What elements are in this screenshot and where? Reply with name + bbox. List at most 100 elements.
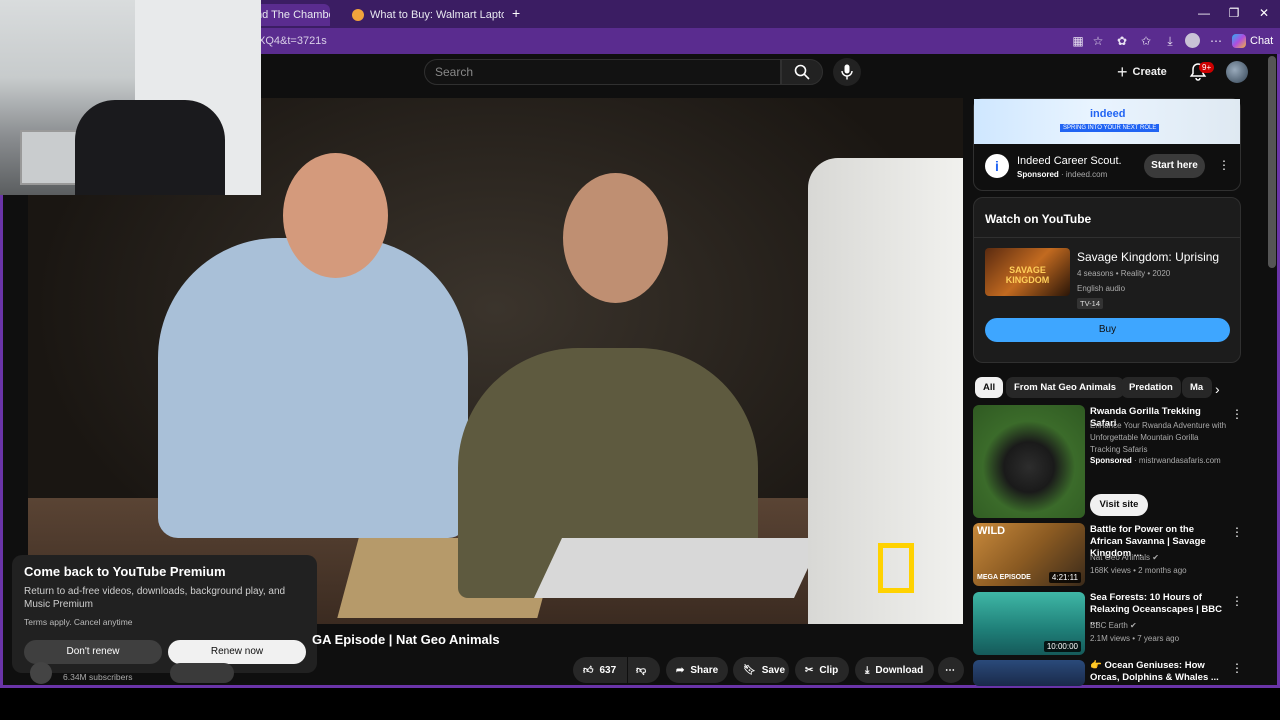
dislike-button[interactable]: 👎︎ (628, 657, 660, 683)
webcam-overlay (0, 0, 261, 195)
watch-thumbnail-text: SAVAGE KINGDOM (1005, 265, 1050, 285)
related-channel: BBC Earth ✔ (1090, 621, 1137, 630)
watch-title[interactable]: Savage Kingdom: Uprising (1077, 250, 1219, 264)
more-icon[interactable]: ⋯ (1208, 33, 1224, 49)
scrollbar-thumb[interactable] (1268, 56, 1276, 268)
voice-search-button[interactable] (833, 58, 861, 86)
verified-icon: ✔ (1130, 621, 1137, 630)
watch-heading: Watch on YouTube (985, 212, 1092, 226)
minimize-button[interactable]: — (1196, 6, 1212, 20)
ad-banner-image[interactable] (974, 99, 1240, 144)
related-meta: 168K views • 2 months ago (1090, 566, 1187, 575)
related-title[interactable]: 👉 Ocean Geniuses: How Orcas, Dolphins & … (1090, 660, 1228, 684)
chip-from-nat-geo[interactable]: From Nat Geo Animals (1006, 377, 1125, 398)
duration-badge: 4:21:11 (1048, 572, 1081, 583)
channel-avatar[interactable] (30, 662, 52, 684)
chip-predation[interactable]: Predation (1121, 377, 1181, 398)
url-field[interactable]: XQ4&t=3721s (258, 32, 1058, 50)
duration-badge: 10:00:00 (1043, 641, 1081, 652)
favorites-icon[interactable]: ✩ (1138, 33, 1154, 49)
more-vertical-icon[interactable]: ⋮ (1231, 407, 1243, 421)
video-title: GA Episode | Nat Geo Animals (312, 632, 500, 647)
related-thumbnail[interactable]: WILD MEGA EPISODE 4:21:11 (973, 523, 1085, 586)
plus-icon: + (1117, 61, 1128, 82)
tab-label: nd The Chamber Of (256, 9, 330, 21)
download-button[interactable]: ⤓ Download (855, 657, 934, 683)
close-window-button[interactable]: ✕ (1256, 6, 1272, 20)
visit-site-button[interactable]: Visit site (1090, 494, 1148, 516)
related-thumbnail[interactable] (973, 660, 1085, 686)
search-icon (794, 64, 810, 80)
watch-meta: 4 seasons • Reality • 2020 (1077, 269, 1171, 278)
favicon-icon (352, 9, 364, 21)
chevron-right-icon[interactable]: › (1215, 381, 1220, 397)
account-avatar[interactable] (1226, 61, 1248, 83)
subscribe-button[interactable] (170, 663, 234, 683)
ad-domain: · indeed.com (1058, 170, 1108, 179)
ad-title: Indeed Career Scout. (1017, 155, 1122, 167)
buy-button[interactable]: Buy (985, 318, 1230, 342)
search-button[interactable] (781, 59, 823, 85)
chip-all[interactable]: All (975, 377, 1004, 398)
related-thumbnail[interactable]: 10:00:00 (973, 592, 1085, 655)
star-icon[interactable]: ☆ (1090, 33, 1106, 49)
download-icon: ⤓ (865, 664, 870, 676)
tab-label: What to Buy: Walmart Laptops for (370, 9, 504, 21)
premium-terms: Terms apply. Cancel anytime (24, 617, 133, 627)
create-button[interactable]: + Create (1117, 60, 1167, 84)
related-description: Enhance Your Rwanda Adventure with Unfor… (1090, 421, 1227, 454)
watch-audio: English audio (1077, 284, 1126, 293)
related-domain: · mistrwandasafaris.com (1131, 456, 1221, 465)
wild-badge: WILD (977, 525, 1006, 537)
share-icon: ➦ (676, 664, 685, 676)
renew-now-button[interactable]: Renew now (168, 640, 306, 664)
share-button[interactable]: ➦ Share (666, 657, 728, 683)
create-label: Create (1132, 66, 1167, 78)
chat-label: Chat (1250, 35, 1274, 47)
sponsored-label: Sponsored (1017, 170, 1059, 179)
ad-sponsor-line: Sponsored · indeed.com (1017, 170, 1107, 179)
video-person-left (158, 238, 468, 538)
premium-title: Come back to YouTube Premium (24, 564, 226, 579)
download-icon[interactable]: ⤓ (1162, 33, 1178, 49)
search-input[interactable]: Search (424, 59, 781, 85)
chip-partial[interactable]: Ma (1182, 377, 1212, 398)
ad-start-here-button[interactable]: Start here (1144, 154, 1205, 178)
natgeo-logo-icon (878, 543, 914, 593)
related-thumbnail[interactable] (973, 405, 1085, 518)
like-button[interactable]: 👍︎ 637 (573, 657, 627, 683)
tab-chamber[interactable]: nd The Chamber Of ✕ (250, 4, 330, 26)
more-vertical-icon[interactable]: ⋮ (1231, 661, 1243, 675)
channel-name: BBC Earth (1090, 621, 1128, 630)
more-horizontal-icon: ⋯ (945, 664, 955, 676)
indeed-logo-icon: i (985, 154, 1009, 178)
video-keyboard (534, 538, 822, 598)
premium-description: Return to ad-free videos, downloads, bac… (24, 586, 286, 610)
grid-icon[interactable]: ▦ (1070, 33, 1086, 49)
dont-renew-button[interactable]: Don't renew (24, 640, 162, 664)
webcam-chair (75, 100, 225, 195)
clip-button[interactable]: ✂ Clip (795, 657, 849, 683)
tab-walmart[interactable]: What to Buy: Walmart Laptops for ✕ (346, 4, 504, 26)
save-button[interactable]: 🔖︎ Save (733, 657, 789, 683)
copilot-icon (1232, 34, 1246, 48)
channel-name: Nat Geo Animals (1090, 553, 1151, 562)
restore-button[interactable]: ❐ (1226, 6, 1242, 20)
ad-tagline: SPRING INTO YOUR NEXT ROLE (1060, 124, 1160, 132)
subscriber-count: 6.34M subscribers (63, 672, 133, 682)
more-vertical-icon[interactable]: ⋮ (1231, 594, 1243, 608)
verified-icon: ✔ (1152, 553, 1159, 562)
extension-icon[interactable]: ✿ (1114, 33, 1130, 49)
divider (974, 237, 1240, 238)
related-channel: Nat Geo Animals ✔ (1090, 553, 1159, 562)
new-tab-button[interactable]: + (512, 5, 520, 21)
clip-label: Clip (819, 664, 839, 676)
more-actions-button[interactable]: ⋯ (938, 657, 964, 683)
thumbs-down-icon: 👎︎ (636, 665, 647, 676)
copilot-chat-button[interactable]: Chat (1232, 32, 1273, 50)
more-vertical-icon[interactable]: ⋮ (1218, 158, 1230, 172)
profile-icon[interactable] (1185, 33, 1200, 48)
like-count: 637 (599, 664, 617, 676)
more-vertical-icon[interactable]: ⋮ (1231, 525, 1243, 539)
download-label: Download (875, 664, 924, 676)
